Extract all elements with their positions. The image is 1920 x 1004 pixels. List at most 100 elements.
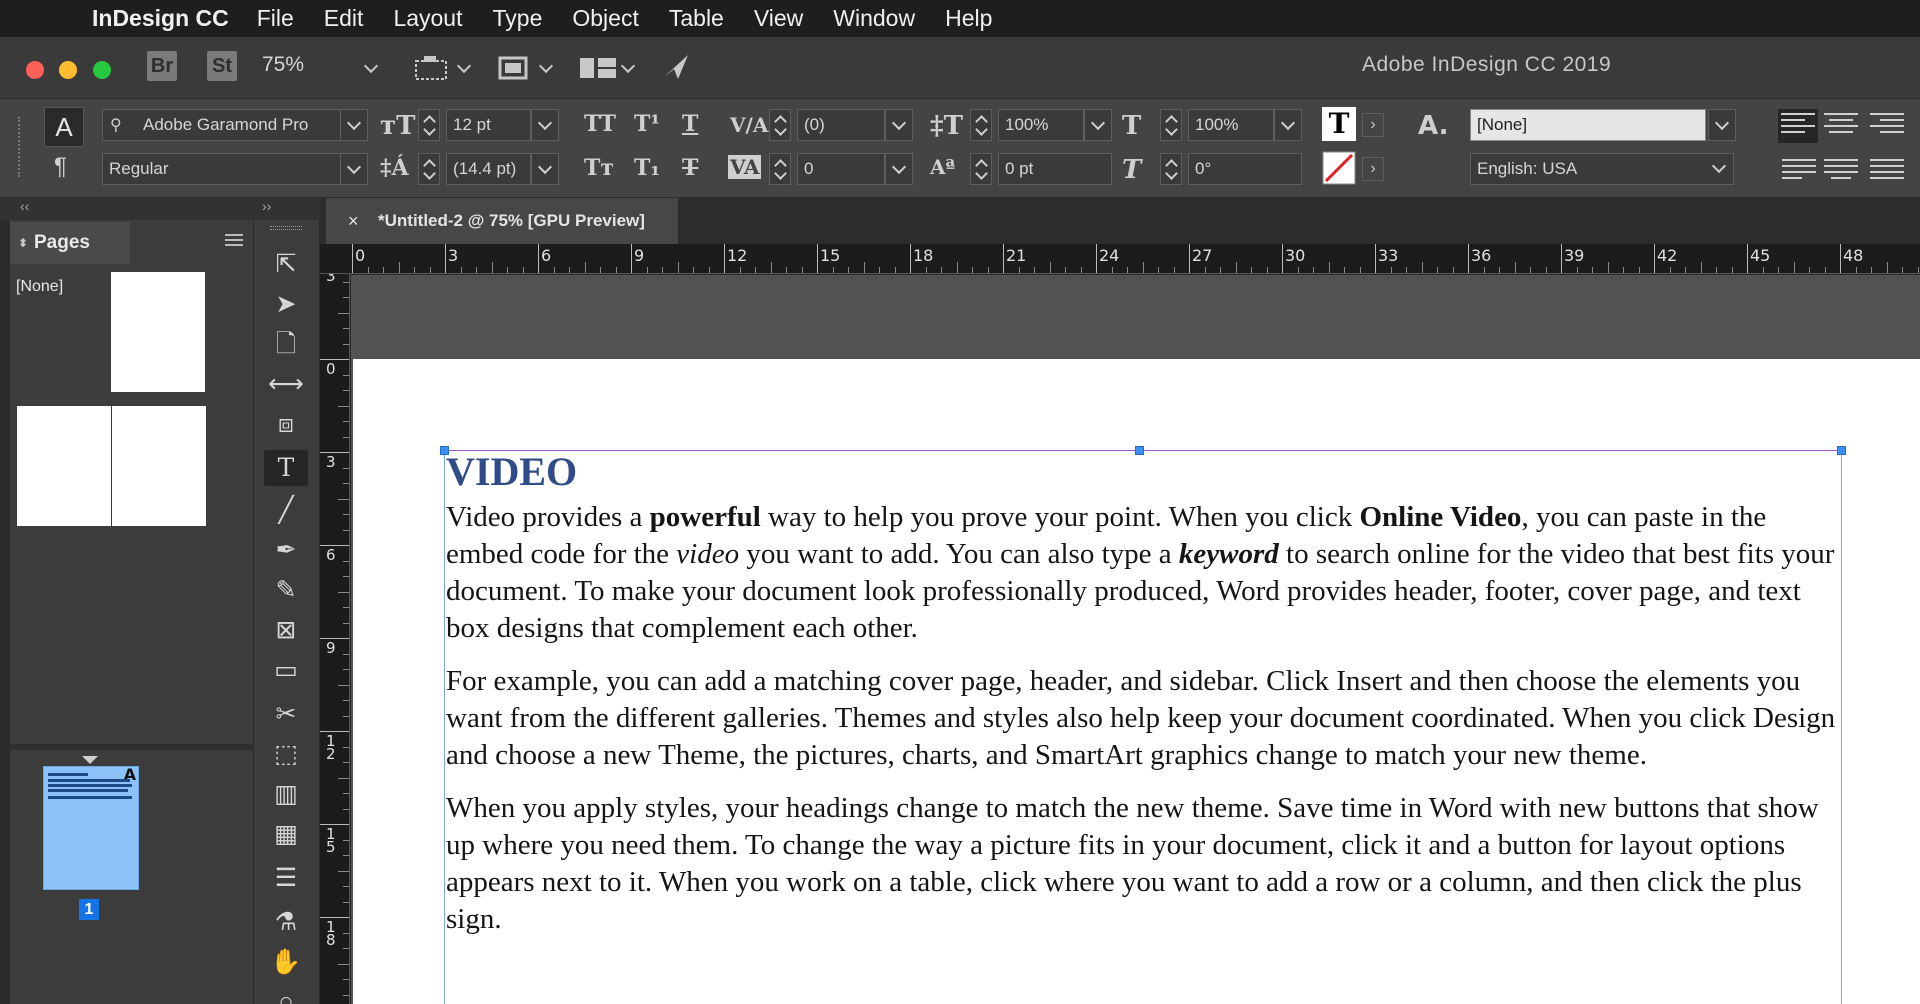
document-tab[interactable]: × *Untitled-2 @ 75% [GPU Preview] [326,198,678,244]
zoom-tool-icon[interactable]: ○ [264,984,308,1004]
panel-divider[interactable] [10,744,253,750]
view-options-icon[interactable] [497,54,529,82]
kerning-stepper[interactable] [769,109,791,141]
menu-file[interactable]: File [257,5,294,32]
collapse-panels-icon[interactable]: ‹‹ [20,198,29,214]
master-page-thumbnail[interactable] [111,272,205,392]
justify-left-icon[interactable] [1782,159,1816,187]
vertical-scale-dropdown[interactable] [1084,109,1112,141]
direct-selection-tool-icon[interactable]: ➤ [264,286,308,322]
stock-button[interactable]: St [207,51,237,81]
leading-field[interactable]: (14.4 pt) [446,153,531,185]
font-style-field[interactable]: Regular [102,153,356,185]
character-formatting-icon[interactable]: A [44,107,84,147]
baseline-shift-stepper[interactable] [970,153,992,185]
rectangle-frame-tool-icon[interactable]: ⊠ [264,612,308,648]
vertical-scale-field[interactable]: 100% [998,109,1084,141]
leading-stepper[interactable] [418,153,440,185]
master-spread-right-thumbnail[interactable] [112,406,206,526]
font-size-field[interactable]: 12 pt [446,109,531,141]
kerning-field[interactable]: (0) [797,109,885,141]
language-field[interactable]: English: USA [1470,153,1734,185]
zoom-window-button[interactable] [93,61,111,79]
justify-center-icon[interactable] [1824,159,1858,187]
menu-layout[interactable]: Layout [393,5,462,32]
gradient-feather-tool-icon[interactable]: ▦ [264,816,308,852]
font-family-field[interactable]: Adobe Garamond Pro [102,109,356,141]
content-collector-tool-icon[interactable]: ⧈ [264,406,308,442]
small-caps-icon[interactable]: Tт [584,155,614,181]
rectangle-tool-icon[interactable]: ▭ [264,652,308,688]
tracking-stepper[interactable] [769,153,791,185]
subscript-icon[interactable]: T₁ [634,155,660,181]
eyedropper-tool-icon[interactable]: ⚗ [264,904,308,940]
text-frame[interactable]: VIDEO Video provides a powerful way to h… [440,446,1846,1004]
chevron-right-icon[interactable]: › [1362,157,1384,181]
skew-stepper[interactable] [1160,153,1182,185]
vertical-scale-stepper[interactable] [970,109,992,141]
font-size-stepper[interactable] [418,109,440,141]
page-tool-icon[interactable]: 🗋 [264,326,308,362]
publish-online-icon[interactable] [660,51,692,83]
tools-grip-icon[interactable] [270,226,302,230]
type-tool-icon[interactable]: T [264,450,308,486]
gap-tool-icon[interactable]: ⟷ [264,366,308,402]
menu-edit[interactable]: Edit [324,5,364,32]
character-style-field[interactable]: [None] [1470,109,1706,141]
all-caps-icon[interactable]: TT [584,111,616,137]
skew-field[interactable]: 0° [1188,153,1302,185]
page-1-thumbnail[interactable]: A [43,765,139,890]
menu-object[interactable]: Object [572,5,638,32]
minimize-window-button[interactable] [59,61,77,79]
tracking-field[interactable]: 0 [797,153,885,185]
kerning-dropdown[interactable] [885,109,913,141]
line-tool-icon[interactable]: ╱ [264,492,308,528]
horizontal-scale-dropdown[interactable] [1274,109,1302,141]
font-family-dropdown[interactable] [340,109,368,141]
menu-view[interactable]: View [754,5,803,32]
underline-icon[interactable]: T [682,111,698,137]
vertical-ruler[interactable]: 3 0 3 6 9 1 2 1 5 1 8 [320,274,350,1004]
selection-tool-icon[interactable]: ⇱ [264,246,308,282]
panel-menu-icon[interactable] [225,234,243,248]
pencil-tool-icon[interactable]: ✎ [264,572,308,608]
superscript-icon[interactable]: T¹ [634,111,660,137]
align-right-icon[interactable] [1870,113,1904,141]
tracking-dropdown[interactable] [885,153,913,185]
master-none-label[interactable]: [None] [16,278,63,296]
baseline-shift-field[interactable]: 0 pt [998,153,1112,185]
horizontal-scale-field[interactable]: 100% [1188,109,1274,141]
menu-help[interactable]: Help [945,5,992,32]
align-left-icon[interactable] [1778,109,1818,143]
hand-tool-icon[interactable]: ✋ [264,944,308,980]
screen-mode-icon[interactable] [414,55,448,81]
font-size-dropdown[interactable] [531,109,559,141]
pages-panel-tab[interactable]: ⬍ Pages [10,222,130,264]
close-window-button[interactable] [26,61,44,79]
leading-dropdown[interactable] [531,153,559,185]
language-dropdown[interactable] [1706,153,1734,185]
paragraph-formatting-icon[interactable]: ¶ [54,153,67,181]
pen-tool-icon[interactable]: ✒ [264,532,308,568]
close-tab-icon[interactable]: × [348,198,359,244]
menu-type[interactable]: Type [493,5,543,32]
arrange-documents-icon[interactable] [578,55,618,81]
scissors-tool-icon[interactable]: ✂ [264,696,308,732]
menu-window[interactable]: Window [833,5,915,32]
gradient-swatch-tool-icon[interactable]: ▥ [264,776,308,812]
app-menu[interactable]: InDesign CC [92,5,229,32]
align-center-icon[interactable] [1824,113,1858,141]
expand-tools-icon[interactable]: ›› [262,198,271,214]
text-stroke-none-icon[interactable] [1322,151,1356,185]
free-transform-tool-icon[interactable]: ⬚ [264,736,308,772]
menu-table[interactable]: Table [669,5,724,32]
text-fill-icon[interactable]: T [1322,107,1356,141]
horizontal-scale-stepper[interactable] [1160,109,1182,141]
note-tool-icon[interactable]: ☰ [264,860,308,896]
bridge-button[interactable]: Br [147,51,177,81]
story-text[interactable]: VIDEO Video provides a powerful way to h… [446,451,1840,954]
font-style-dropdown[interactable] [340,153,368,185]
page-number-badge[interactable]: 1 [79,899,99,920]
strikethrough-icon[interactable]: T [682,155,698,181]
master-spread-left-thumbnail[interactable] [17,406,111,526]
